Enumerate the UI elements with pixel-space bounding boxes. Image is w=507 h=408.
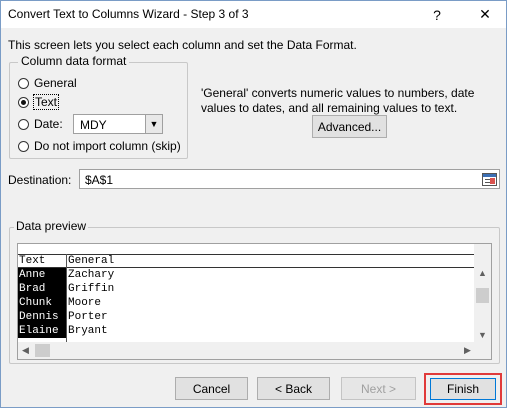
intro-text: This screen lets you select each column … bbox=[8, 38, 357, 52]
preview-cell[interactable]: Dennis bbox=[18, 310, 66, 324]
radio-skip-label: Do not import column (skip) bbox=[34, 139, 181, 153]
wizard-dialog: Convert Text to Columns Wizard - Step 3 … bbox=[0, 0, 507, 408]
radio-general-label: General bbox=[34, 76, 77, 90]
back-button[interactable]: < Back bbox=[257, 377, 330, 400]
chevron-down-icon[interactable]: ▼ bbox=[145, 115, 162, 133]
help-button[interactable]: ? bbox=[417, 1, 457, 28]
preview-grid[interactable]: Text General Anne Zachary Brad Griffin C… bbox=[18, 244, 475, 342]
advanced-button[interactable]: Advanced... bbox=[312, 115, 387, 138]
cancel-button[interactable]: Cancel bbox=[175, 377, 248, 400]
scroll-left-icon[interactable]: ◀ bbox=[18, 342, 33, 359]
preview-cell[interactable]: Bryant bbox=[68, 324, 108, 338]
destination-input[interactable]: $A$1 bbox=[79, 169, 500, 189]
radio-text[interactable]: Text bbox=[18, 94, 60, 110]
radio-general[interactable]: General bbox=[18, 75, 77, 91]
radio-text-label: Text bbox=[32, 94, 60, 110]
radio-date[interactable]: Date: bbox=[18, 116, 63, 132]
preview-header-row: Text General bbox=[18, 254, 475, 268]
scroll-up-icon[interactable]: ▲ bbox=[474, 265, 491, 280]
preview-cell[interactable]: Griffin bbox=[68, 282, 114, 296]
destination-value: $A$1 bbox=[85, 173, 114, 187]
date-format-select[interactable]: MDY ▼ bbox=[73, 114, 163, 134]
data-preview-title: Data preview bbox=[14, 219, 89, 233]
preview-header-text: Text bbox=[19, 255, 46, 267]
preview-cell[interactable]: Porter bbox=[68, 310, 108, 324]
horizontal-scroll-thumb[interactable] bbox=[35, 344, 50, 357]
preview-cell[interactable]: Zachary bbox=[68, 268, 114, 282]
collapse-dialog-icon[interactable] bbox=[481, 171, 498, 187]
radio-skip[interactable]: Do not import column (skip) bbox=[18, 138, 181, 154]
column-format-group: Column data format General Text Date: MD… bbox=[9, 54, 188, 159]
next-button[interactable]: Next > bbox=[341, 377, 416, 400]
data-preview-box[interactable]: Text General Anne Zachary Brad Griffin C… bbox=[17, 243, 492, 360]
preview-row: Chunk Moore bbox=[18, 296, 475, 310]
scroll-right-icon[interactable]: ▶ bbox=[460, 342, 475, 359]
radio-skip-indicator[interactable] bbox=[18, 140, 29, 152]
preview-row: Brad Griffin bbox=[18, 282, 475, 296]
preview-row: Anne Zachary bbox=[18, 268, 475, 282]
title-bar: Convert Text to Columns Wizard - Step 3 … bbox=[1, 1, 506, 28]
radio-date-label: Date: bbox=[34, 117, 63, 131]
radio-general-indicator[interactable] bbox=[18, 77, 29, 89]
preview-row: Elaine Bryant bbox=[18, 324, 475, 338]
close-button[interactable]: ✕ bbox=[465, 1, 505, 28]
finish-button[interactable]: Finish bbox=[430, 378, 496, 400]
format-description: 'General' converts numeric values to num… bbox=[201, 86, 475, 115]
radio-text-indicator[interactable] bbox=[18, 96, 29, 108]
preview-cell[interactable]: Brad bbox=[18, 282, 66, 296]
scroll-down-icon[interactable]: ▼ bbox=[474, 327, 491, 342]
preview-cell[interactable]: Moore bbox=[68, 296, 101, 310]
vertical-scroll-thumb[interactable] bbox=[476, 288, 489, 303]
preview-cell[interactable]: Anne bbox=[18, 268, 66, 282]
column-format-title: Column data format bbox=[18, 54, 130, 68]
window-title: Convert Text to Columns Wizard - Step 3 … bbox=[8, 7, 249, 21]
preview-cell[interactable]: Chunk bbox=[18, 296, 66, 310]
horizontal-scrollbar[interactable]: ◀ ▶ bbox=[18, 342, 475, 359]
preview-header-general: General bbox=[68, 255, 115, 267]
preview-row: Dennis Porter bbox=[18, 310, 475, 324]
preview-cell[interactable]: Elaine bbox=[18, 324, 66, 338]
date-format-value: MDY bbox=[80, 118, 107, 132]
destination-label: Destination: bbox=[8, 173, 72, 187]
data-preview-group: Data preview Text General Anne Zachary B… bbox=[9, 219, 500, 364]
radio-date-indicator[interactable] bbox=[18, 118, 29, 130]
vertical-scrollbar[interactable]: ▲ ▼ bbox=[474, 244, 491, 342]
scrollbar-corner bbox=[474, 342, 491, 359]
